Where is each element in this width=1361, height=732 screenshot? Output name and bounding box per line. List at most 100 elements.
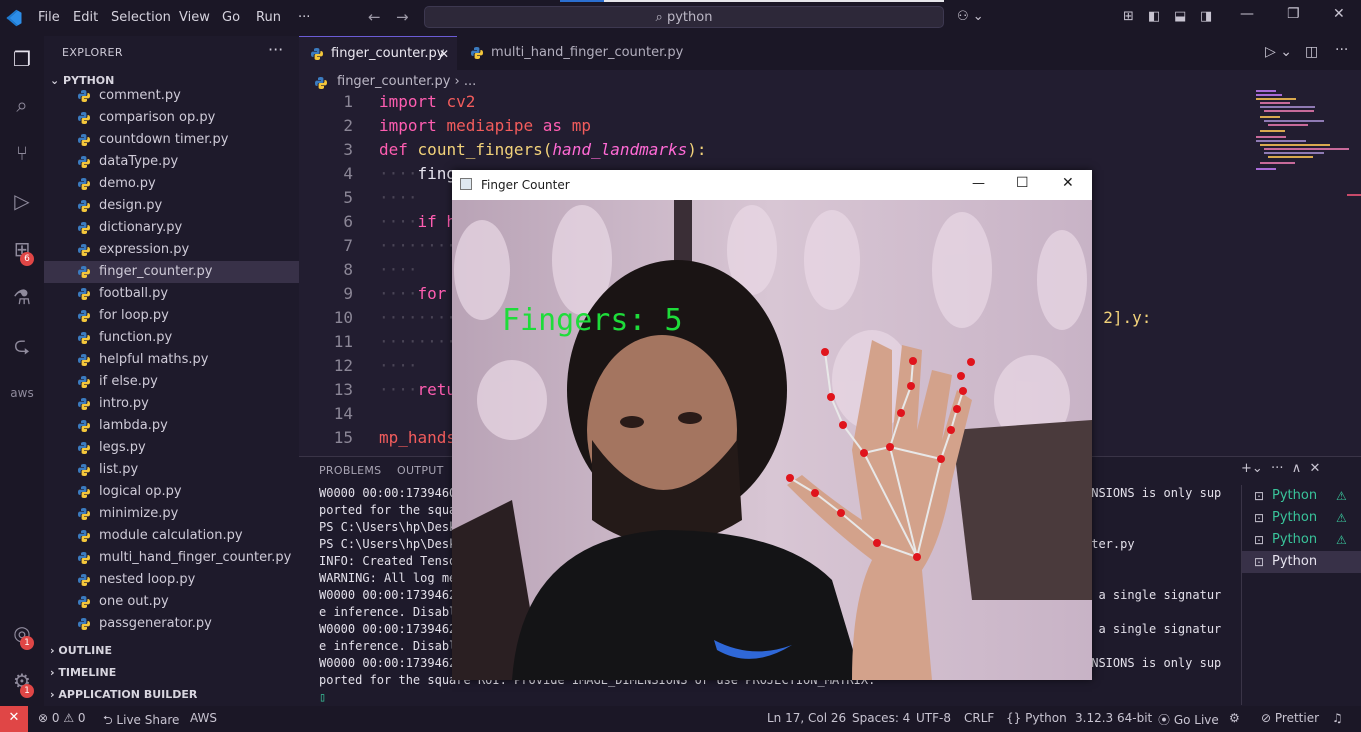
file-item[interactable]: passgenerator.py: [44, 613, 299, 633]
file-item[interactable]: multi_hand_finger_counter.py: [44, 547, 299, 569]
status-liveshare[interactable]: ⮌ Live Share: [103, 711, 179, 732]
file-item[interactable]: lambda.py: [44, 415, 299, 437]
editor-more-icon[interactable]: ···: [1335, 42, 1348, 58]
status-spaces[interactable]: Spaces: 4: [852, 711, 910, 725]
file-item[interactable]: function.py: [44, 327, 299, 349]
minimap[interactable]: [1254, 88, 1349, 188]
explorer-icon[interactable]: ❐: [5, 42, 39, 76]
tab-problems[interactable]: PROBLEMS: [319, 464, 381, 477]
status-prettier[interactable]: ⊘ Prettier: [1261, 711, 1319, 725]
menu-more[interactable]: ···: [298, 10, 310, 25]
file-item[interactable]: helpful maths.py: [44, 349, 299, 371]
menu-file[interactable]: File: [38, 10, 60, 25]
file-item[interactable]: football.py: [44, 283, 299, 305]
toggle-secondary-sidebar-icon[interactable]: ◨: [1200, 9, 1212, 24]
file-item[interactable]: dataType.py: [44, 151, 299, 173]
status-position[interactable]: Ln 17, Col 26: [767, 711, 846, 725]
menu-edit[interactable]: Edit: [73, 10, 98, 25]
extensions-badge: 6: [20, 252, 34, 266]
file-name: finger_counter.py: [99, 264, 213, 279]
tab-close-icon[interactable]: ✕: [439, 37, 449, 71]
window-close-icon[interactable]: ✕: [1333, 6, 1345, 22]
section-timeline[interactable]: › TIMELINE: [50, 666, 116, 679]
remote-explorer-icon[interactable]: ⮎: [5, 328, 39, 362]
copilot-icon[interactable]: ⚇ ⌄: [957, 9, 984, 24]
section-outline[interactable]: › OUTLINE: [50, 644, 112, 657]
toggle-sidebar-icon[interactable]: ◧: [1148, 9, 1160, 24]
file-item[interactable]: design.py: [44, 195, 299, 217]
fc-minimize-icon[interactable]: —: [972, 176, 985, 191]
fc-maximize-icon[interactable]: ☐: [1016, 175, 1029, 191]
panel-actions[interactable]: +⌄ ··· ∧ ✕: [1241, 461, 1320, 476]
file-item[interactable]: one out.py: [44, 591, 299, 613]
terminal-instance[interactable]: ⊡ Python ⚠: [1242, 529, 1361, 551]
search-icon[interactable]: ⌕: [5, 88, 39, 122]
terminal-instance[interactable]: ⊡ Python ⚠: [1242, 507, 1361, 529]
warning-icon: ⚠: [1336, 533, 1347, 547]
finger-counter-window[interactable]: Finger Counter — ☐ ✕ Fingers: 5: [452, 170, 1092, 680]
explorer-more-icon[interactable]: ···: [268, 40, 283, 59]
nav-back-icon[interactable]: ←: [368, 8, 381, 26]
testing-icon[interactable]: ⚗: [5, 280, 39, 314]
bell-icon[interactable]: ♫: [1332, 711, 1343, 725]
window-minimize-icon[interactable]: —: [1240, 6, 1254, 22]
file-item[interactable]: if else.py: [44, 371, 299, 393]
status-problems[interactable]: ⊗ 0 ⚠ 0: [38, 711, 86, 725]
file-item[interactable]: expression.py: [44, 239, 299, 261]
menu-run[interactable]: Run: [256, 10, 281, 25]
fc-close-icon[interactable]: ✕: [1062, 175, 1074, 191]
file-name: function.py: [99, 330, 173, 345]
file-item[interactable]: nested loop.py: [44, 569, 299, 591]
hand-landmark: [827, 393, 835, 401]
section-application-builder[interactable]: › APPLICATION BUILDER: [50, 688, 197, 701]
menu-selection[interactable]: Selection: [111, 10, 171, 25]
status-interpreter[interactable]: 3.12.3 64-bit: [1075, 711, 1152, 725]
status-golive[interactable]: ⦿ Go Live: [1158, 711, 1219, 728]
run-debug-icon[interactable]: ▷: [5, 184, 39, 218]
toggle-panel-icon[interactable]: ⬓: [1174, 9, 1186, 24]
terminal-instance[interactable]: ⊡ Python ⚠: [1242, 485, 1361, 507]
file-item[interactable]: logical op.py: [44, 481, 299, 503]
file-item[interactable]: for loop.py: [44, 305, 299, 327]
tab-multi-hand[interactable]: multi_hand_finger_counter.py: [457, 36, 689, 70]
file-item[interactable]: comment.py: [44, 85, 299, 107]
tab-finger-counter[interactable]: finger_counter.py ✕: [299, 36, 457, 71]
aws-icon[interactable]: aws: [5, 376, 39, 410]
status-language[interactable]: {} Python: [1006, 711, 1067, 725]
status-extension-icon[interactable]: ⚙: [1229, 711, 1240, 725]
line-number: 9: [343, 284, 353, 303]
file-name: dataType.py: [99, 154, 179, 169]
terminal-instance[interactable]: ⊡ Python: [1242, 551, 1361, 573]
layout-customize-icon[interactable]: ⊞: [1123, 9, 1134, 24]
file-item[interactable]: finger_counter.py: [44, 261, 299, 283]
file-item[interactable]: countdown timer.py: [44, 129, 299, 151]
menu-view[interactable]: View: [179, 10, 210, 25]
file-item[interactable]: minimize.py: [44, 503, 299, 525]
file-item[interactable]: module calculation.py: [44, 525, 299, 547]
file-item[interactable]: comparison op.py: [44, 107, 299, 129]
vscode-logo-icon[interactable]: [5, 9, 23, 27]
source-control-icon[interactable]: ⑂: [5, 136, 39, 170]
file-item[interactable]: dictionary.py: [44, 217, 299, 239]
menu-go[interactable]: Go: [222, 10, 240, 25]
python-file-icon: [78, 596, 90, 608]
run-python-file-icon[interactable]: ▷ ⌄: [1265, 44, 1292, 60]
remote-indicator[interactable]: ✕: [0, 706, 28, 732]
tab-output[interactable]: OUTPUT: [397, 464, 444, 477]
file-item[interactable]: legs.py: [44, 437, 299, 459]
status-eol[interactable]: CRLF: [964, 711, 994, 725]
status-aws[interactable]: AWS: [190, 711, 217, 725]
command-center-search[interactable]: ⌕ python: [424, 6, 944, 28]
file-item[interactable]: intro.py: [44, 393, 299, 415]
file-name: comparison op.py: [99, 110, 216, 125]
left-eye: [620, 416, 644, 428]
nav-forward-icon[interactable]: →: [396, 8, 409, 26]
accent-bar: [560, 0, 604, 2]
file-name: nested loop.py: [99, 572, 196, 587]
split-editor-icon[interactable]: ◫: [1305, 44, 1318, 60]
breadcrumb[interactable]: finger_counter.py › ...: [315, 74, 476, 89]
file-item[interactable]: list.py: [44, 459, 299, 481]
status-encoding[interactable]: UTF-8: [916, 711, 951, 725]
file-item[interactable]: demo.py: [44, 173, 299, 195]
window-restore-icon[interactable]: ❐: [1287, 6, 1300, 22]
